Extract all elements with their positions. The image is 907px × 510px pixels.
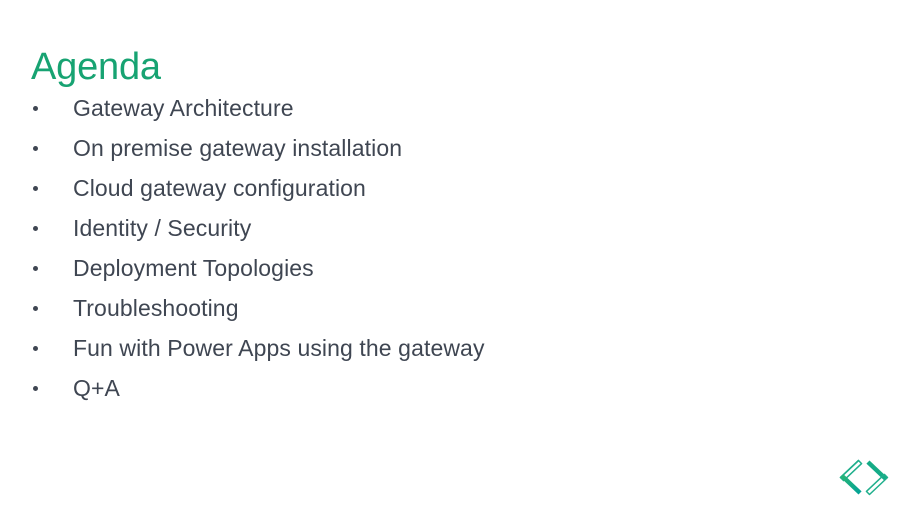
bullet-dot-icon	[33, 226, 38, 231]
agenda-slide: Agenda Gateway Architecture On premise g…	[0, 0, 907, 510]
bullet-dot-icon	[33, 346, 38, 351]
agenda-item-label: On premise gateway installation	[73, 135, 403, 161]
agenda-item-label: Troubleshooting	[73, 295, 239, 321]
list-item: Q+A	[0, 368, 840, 408]
bullet-dot-icon	[33, 106, 38, 111]
angle-brackets-logo-icon	[833, 454, 895, 502]
agenda-item-label: Identity / Security	[73, 215, 252, 241]
agenda-item-label: Q+A	[73, 375, 120, 401]
list-item: On premise gateway installation	[0, 128, 840, 168]
list-item: Deployment Topologies	[0, 248, 840, 288]
agenda-item-label: Gateway Architecture	[73, 95, 294, 121]
list-item: Gateway Architecture	[0, 88, 840, 128]
bullet-dot-icon	[33, 306, 38, 311]
agenda-item-label: Fun with Power Apps using the gateway	[73, 335, 485, 361]
list-item: Identity / Security	[0, 208, 840, 248]
list-item: Troubleshooting	[0, 288, 840, 328]
page-title: Agenda	[31, 46, 161, 89]
bullet-dot-icon	[33, 146, 38, 151]
bullet-dot-icon	[33, 266, 38, 271]
agenda-item-label: Cloud gateway configuration	[73, 175, 366, 201]
bullet-dot-icon	[33, 186, 38, 191]
bullet-dot-icon	[33, 386, 38, 391]
list-item: Fun with Power Apps using the gateway	[0, 328, 840, 368]
agenda-item-label: Deployment Topologies	[73, 255, 314, 281]
list-item: Cloud gateway configuration	[0, 168, 840, 208]
agenda-list: Gateway Architecture On premise gateway …	[0, 88, 840, 408]
